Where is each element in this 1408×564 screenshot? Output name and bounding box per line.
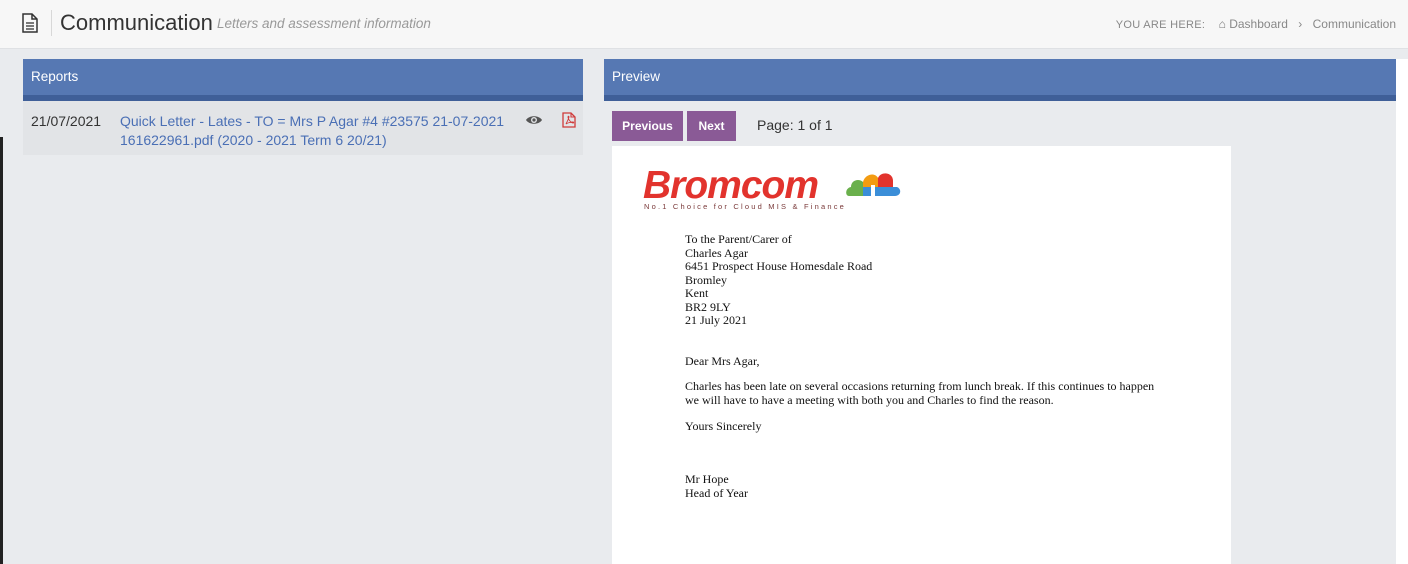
next-button[interactable]: Next [687, 111, 736, 141]
breadcrumb: YOU ARE HERE: ⌂ Dashboard › Communicatio… [1116, 17, 1396, 31]
header-divider [51, 10, 52, 36]
left-edge-strip [0, 137, 3, 564]
page-title: Communication [60, 10, 213, 35]
address-line: Charles Agar [685, 245, 748, 260]
address-line: Bromley [685, 272, 727, 287]
page-subtitle: Letters and assessment information [217, 16, 431, 31]
breadcrumb-dashboard[interactable]: Dashboard [1229, 17, 1288, 31]
preview-panel-header: Preview [604, 59, 1396, 101]
report-row: 21/07/2021 Quick Letter - Lates - TO = M… [23, 101, 583, 155]
brand-tagline: No.1 Choice for Cloud MIS & Finance [644, 202, 847, 211]
chevron-right-icon: › [1298, 17, 1303, 31]
home-icon: ⌂ [1218, 17, 1226, 31]
address-line: To the Parent/Carer of [685, 232, 792, 246]
breadcrumb-communication: Communication [1312, 17, 1396, 31]
document-icon [22, 13, 38, 33]
letter-salutation: Dear Mrs Agar, [685, 354, 760, 368]
report-link[interactable]: Quick Letter - Lates - TO = Mrs P Agar #… [120, 112, 505, 150]
signatory-name: Mr Hope [685, 472, 729, 486]
report-date: 21/07/2021 [31, 113, 102, 129]
breadcrumb-label: YOU ARE HERE: [1115, 19, 1206, 31]
right-edge-strip [1396, 59, 1408, 564]
page-indicator: Page: 1 of 1 [757, 117, 833, 133]
recipient-address: To the Parent/Carer of Charles Agar 6451… [685, 232, 873, 328]
eye-icon[interactable] [525, 113, 543, 127]
letter-date: 21 July 2021 [685, 313, 748, 327]
reports-panel-header: Reports [23, 59, 583, 101]
document-preview: Bromcom No.1 Choice for Cloud MIS & Fina… [612, 146, 1231, 564]
address-line: Kent [685, 286, 709, 300]
address-line: BR2 9LY [685, 299, 731, 314]
bromcom-logo: Bromcom No.1 Choice for Cloud MIS & Fina… [643, 164, 903, 214]
cloud-logo-icon [846, 173, 901, 196]
letter-body: Charles has been late on several occasio… [685, 379, 1155, 407]
signatory-title: Head of Year [685, 485, 748, 500]
letter-signature: Mr Hope Head of Year [685, 472, 748, 500]
page-header: Communication Letters and assessment inf… [0, 0, 1408, 49]
letter-closing: Yours Sincerely [685, 419, 762, 433]
address-line: 6451 Prospect House Homesdale Road [685, 259, 873, 273]
previous-button[interactable]: Previous [612, 111, 683, 141]
pdf-icon[interactable] [562, 112, 576, 128]
